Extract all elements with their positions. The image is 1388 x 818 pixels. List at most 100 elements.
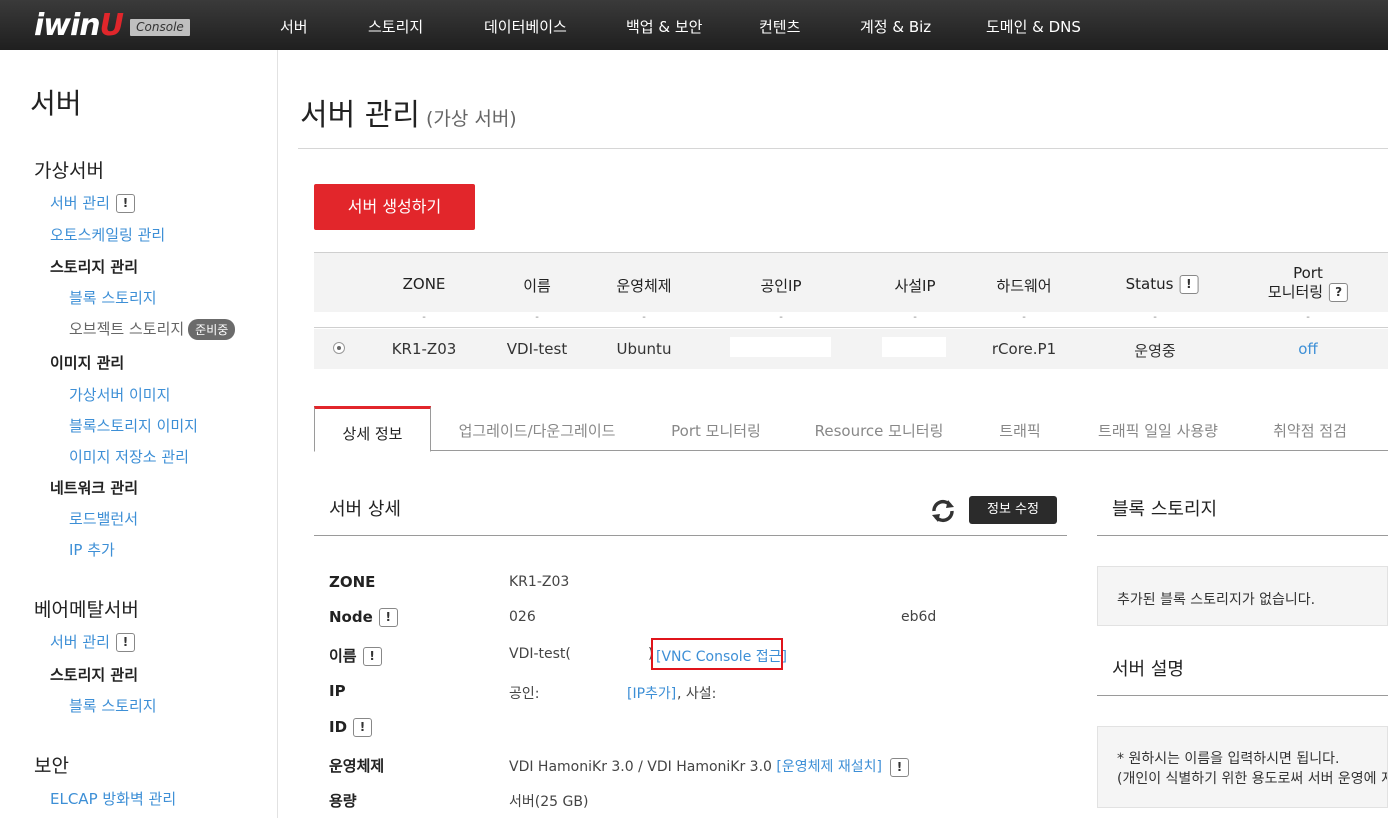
block-storage-divider <box>1097 535 1388 536</box>
col-monitoring-label: 모니터링 <box>1267 283 1324 301</box>
row-radio[interactable] <box>333 342 345 354</box>
sidebar-heading-security: 보안 <box>34 755 69 777</box>
sidebar-item-bm-block-storage[interactable]: 블록 스토리지 <box>69 695 157 716</box>
server-desc-title: 서버 설명 <box>1112 659 1184 680</box>
tab-vulnerability-check[interactable]: 취약점 점검 <box>1273 420 1347 441</box>
sidebar-heading-virtual: 가상서버 <box>34 160 104 182</box>
redacted-private-ip <box>882 337 946 357</box>
sidebar-group-network: 네트워크 관리 <box>50 479 139 497</box>
preparing-badge: 준비중 <box>188 319 236 340</box>
nav-account-biz[interactable]: 계정 & Biz <box>860 16 931 37</box>
nav-domain-dns[interactable]: 도메인 & DNS <box>986 16 1081 37</box>
sidebar-group-bm-storage: 스토리지 관리 <box>50 666 139 684</box>
label-id-text: ID <box>329 718 348 736</box>
filter-dash: - <box>1306 312 1310 323</box>
value-node-tail: eb6d <box>901 609 937 625</box>
value-os: VDI HamoniKr 3.0 / VDI HamoniKr 3.0 [운영체… <box>509 756 909 777</box>
sidebar-item-ip-add[interactable]: IP 추가 <box>69 539 115 560</box>
label-name: 이름! <box>329 645 382 666</box>
cell-hardware: rCore.P1 <box>991 340 1057 358</box>
table-row[interactable]: KR1-Z03 VDI-test Ubuntu rCore.P1 운영중 off <box>314 329 1388 369</box>
filter-dash: - <box>779 312 783 323</box>
sidebar-item-label: 오브젝트 스토리지 <box>69 320 185 338</box>
sidebar-heading-baremetal: 베어메탈서버 <box>34 599 139 621</box>
label-node-text: Node <box>329 608 373 626</box>
table-header: ZONE 이름 운영체제 공인IP 사설IP 하드웨어 Status! Port… <box>314 252 1388 312</box>
sidebar-item-vm-image[interactable]: 가상서버 이미지 <box>69 384 170 405</box>
help-icon[interactable]: ? <box>1329 283 1349 302</box>
iwinv-logo[interactable]: iwinU <box>34 8 124 43</box>
nav-contents[interactable]: 컨텐츠 <box>759 16 800 37</box>
tab-port-monitoring[interactable]: Port 모니터링 <box>671 420 761 441</box>
server-table: ZONE 이름 운영체제 공인IP 사설IP 하드웨어 Status! Port… <box>314 252 1388 378</box>
cell-port-monitoring[interactable]: off <box>1298 340 1318 358</box>
cell-zone: KR1-Z03 <box>391 340 457 358</box>
label-ip: IP <box>329 682 346 700</box>
tab-traffic[interactable]: 트래픽 <box>999 420 1040 441</box>
tab-label: 상세 정보 <box>342 425 403 443</box>
sidebar-item-bm-server-mgmt[interactable]: 서버 관리! <box>50 631 135 652</box>
col-os: 운영체제 <box>616 277 672 295</box>
value-ip-public: 공인: <box>509 686 540 702</box>
cell-os: Ubuntu <box>616 340 672 358</box>
redacted-public-ip <box>730 337 831 357</box>
server-desc-box: * 원하시는 이름을 입력하시면 됩니다. (개인이 식별하기 위한 용도로써 … <box>1097 726 1388 808</box>
col-name: 이름 <box>523 277 551 295</box>
col-private-ip: 사설IP <box>894 277 936 295</box>
value-name: VDI-test( <box>509 646 571 662</box>
nav-database[interactable]: 데이터베이스 <box>484 16 567 37</box>
sidebar-item-elcap[interactable]: ELCAP 방화벽 관리 <box>50 788 176 809</box>
tab-resource-monitoring[interactable]: Resource 모니터링 <box>815 420 944 441</box>
detail-tabs: 상세 정보 업그레이드/다운그레이드 Port 모니터링 Resource 모니… <box>314 406 1388 452</box>
nav-storage[interactable]: 스토리지 <box>368 16 423 37</box>
sidebar-item-autoscaling[interactable]: 오토스케일링 관리 <box>50 224 165 245</box>
label-capacity: 용량 <box>329 792 357 810</box>
vnc-highlight-box <box>651 638 783 670</box>
value-ip-private: , 사설: <box>677 686 717 702</box>
edit-info-button[interactable]: 정보 수정 <box>969 496 1057 524</box>
info-icon[interactable]: ! <box>1179 275 1199 294</box>
filter-dash: - <box>1022 312 1026 323</box>
col-zone: ZONE <box>402 275 446 293</box>
create-server-button[interactable]: 서버 생성하기 <box>314 184 475 230</box>
label-zone: ZONE <box>329 573 376 591</box>
filter-row: - - - - - - - - <box>314 312 1388 328</box>
title-divider <box>298 148 1388 149</box>
tab-detail-info[interactable]: 상세 정보 <box>314 406 431 452</box>
server-detail-title: 서버 상세 <box>329 499 401 520</box>
sidebar-item-block-storage[interactable]: 블록 스토리지 <box>69 287 157 308</box>
server-desc-line1: * 원하시는 이름을 입력하시면 됩니다. <box>1117 751 1340 767</box>
sidebar-item-image-repo[interactable]: 이미지 저장소 관리 <box>69 446 189 467</box>
col-public-ip: 공인IP <box>760 277 802 295</box>
info-icon[interactable]: ! <box>889 757 909 777</box>
info-icon[interactable]: ! <box>378 608 398 627</box>
col-status-label: Status <box>1125 275 1174 293</box>
nav-server[interactable]: 서버 <box>280 16 308 37</box>
label-name-text: 이름 <box>329 647 357 665</box>
server-desc-divider <box>1097 695 1388 696</box>
ip-add-link[interactable]: [IP추가] <box>627 683 676 703</box>
label-id: ID! <box>329 718 373 737</box>
col-hardware: 하드웨어 <box>996 277 1052 295</box>
tab-daily-traffic[interactable]: 트래픽 일일 사용량 <box>1098 420 1218 441</box>
info-icon[interactable]: ! <box>362 647 382 666</box>
value-node: 026 <box>509 609 536 625</box>
nav-backup-security[interactable]: 백업 & 보안 <box>626 16 702 37</box>
col-port-monitoring: Port 모니터링? <box>1267 264 1349 302</box>
info-icon[interactable]: ! <box>115 194 135 213</box>
label-node: Node! <box>329 608 398 627</box>
logo-text: iwin <box>34 8 101 43</box>
sidebar-item-load-balancer[interactable]: 로드밸런서 <box>69 508 138 529</box>
refresh-icon[interactable] <box>929 497 957 525</box>
label-os: 운영체제 <box>329 757 385 775</box>
block-storage-empty-text: 추가된 블록 스토리지가 없습니다. <box>1117 592 1316 608</box>
sidebar-item-server-mgmt[interactable]: 서버 관리! <box>50 192 135 213</box>
info-icon[interactable]: ! <box>353 718 373 737</box>
info-icon[interactable]: ! <box>115 633 135 652</box>
sidebar-item-block-image[interactable]: 블록스토리지 이미지 <box>69 415 198 436</box>
tab-upgrade-downgrade[interactable]: 업그레이드/다운그레이드 <box>459 420 616 441</box>
sidebar: 서버 가상서버 서버 관리! 오토스케일링 관리 스토리지 관리 블록 스토리지… <box>0 50 278 818</box>
os-reinstall-link[interactable]: [운영체제 재설치] <box>776 759 882 775</box>
console-badge: Console <box>130 19 190 36</box>
logo-u: U <box>99 8 124 43</box>
